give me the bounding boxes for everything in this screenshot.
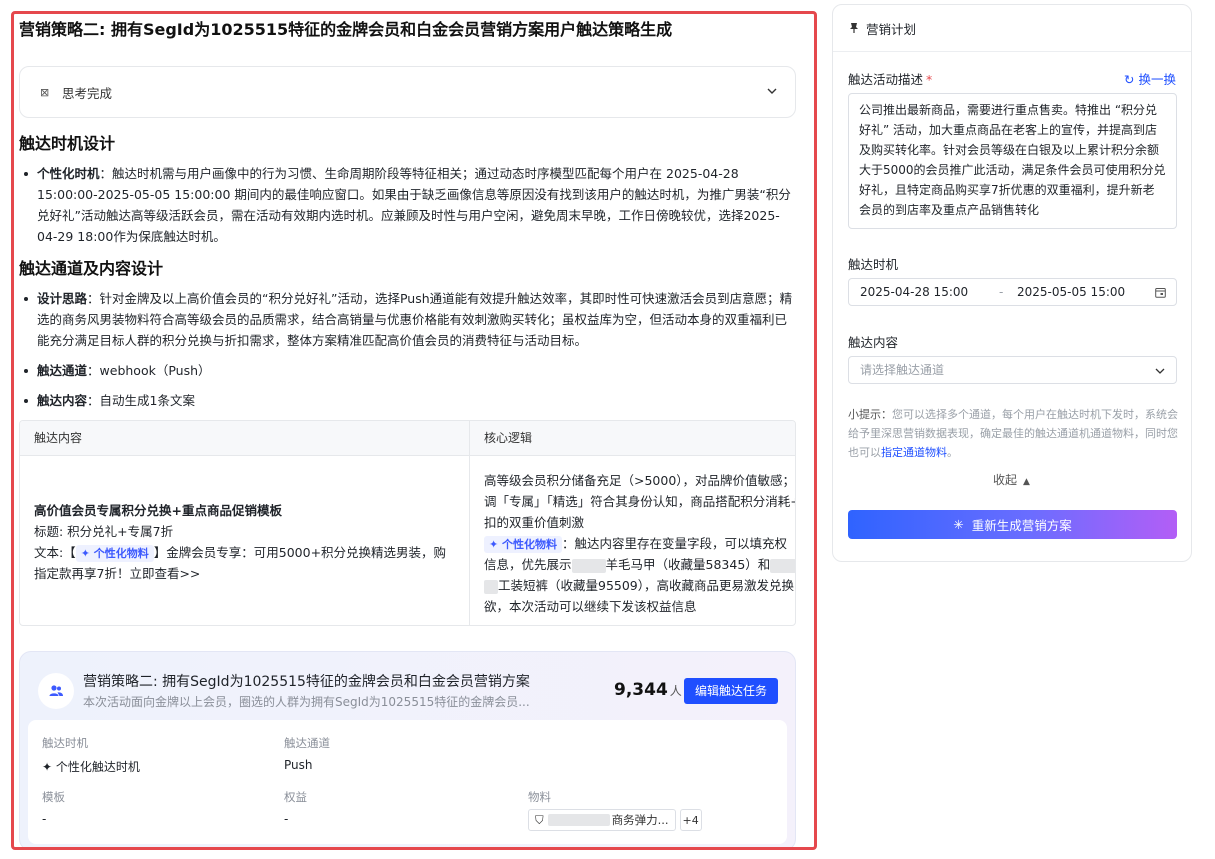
channel-list: 设计思路：针对金牌及以上高价值会员的“积分兑好礼”活动，选择Push通道能有效提… (19, 288, 796, 411)
channel-select[interactable]: 请选择触达通道 (848, 356, 1177, 384)
page-title: 营销策略二: 拥有SegId为1025515特征的金牌会员和白金会员营销方案用户… (19, 20, 673, 39)
strategy-panel: 营销策略二: 拥有SegId为1025515特征的金牌会员和白金会员营销方案用户… (11, 11, 817, 850)
desc-label: 触达活动描述 * (848, 72, 933, 87)
swap-button[interactable]: ↻ 换一换 (1124, 69, 1176, 88)
table-cell-content: 高价值会员专属积分兑换+重点商品促销模板 标题: 积分兑礼+专属7折 文本:【 ✦… (20, 456, 470, 625)
regenerate-plan-button[interactable]: ✳ 重新生成营销方案 (848, 510, 1177, 539)
more-materials-badge[interactable]: +4 (679, 809, 702, 831)
users-icon (38, 673, 74, 709)
list-item: 个性化时机：触达时机需与用户画像中的行为习惯、生命周期阶段等特征相关；通过动态时… (19, 163, 796, 247)
date-separator: - (999, 285, 1004, 299)
personalized-time-link[interactable]: ✦ 个性化触达时机 (42, 758, 140, 775)
sparkle-icon: ✦ (42, 760, 56, 774)
strategy-card: 营销策略二: 拥有SegId为1025515特征的金牌会员和白金会员营销方案 本… (19, 651, 796, 847)
caret-up-icon: ▲ (1023, 477, 1030, 487)
redacted-text (484, 579, 498, 594)
table-cell-logic: 高等级会员积分储备充足（>5000），对品牌价值敏感；强 调「专属」「精选」符合… (484, 473, 795, 614)
body-line: 文本:【 ✦ 个性化物料 】金牌会员专享：可用5000+积分兑换精选男装，购 (34, 545, 447, 562)
redacted-text (770, 558, 795, 573)
table-header-content: 触达内容 (20, 421, 470, 455)
hint-text: 小提示：您可以选择多个通道，每个用户在触达时机下发时，系统会给予里深思营销数据表… (848, 408, 1178, 459)
date-range-picker[interactable]: 2025-04-28 15:00 - 2025-05-05 15:00 (848, 278, 1177, 306)
date-start[interactable]: 2025-04-28 15:00 (860, 285, 968, 299)
list-item: 触达内容：自动生成1条文案 (19, 390, 796, 411)
refresh-icon: ↻ (1124, 72, 1139, 87)
table-header-logic: 核心逻辑 (484, 431, 533, 445)
field-rights: 权益 - (284, 790, 307, 826)
panel-title: 营销计划 (866, 21, 917, 37)
section-timing-title: 触达时机设计 (19, 134, 116, 153)
content-label: 触达内容 (848, 335, 899, 350)
timing-list: 个性化时机：触达时机需与用户画像中的行为习惯、生命周期阶段等特征相关；通过动态时… (19, 163, 796, 247)
list-item: 触达通道：webhook（Push） (19, 360, 796, 381)
template-title: 高价值会员专属积分兑换+重点商品促销模板 (34, 503, 282, 518)
section-channel-title: 触达通道及内容设计 (19, 259, 164, 278)
think-icon: ⊠ (40, 85, 50, 99)
chevron-down-icon (767, 88, 777, 94)
field-template: 模板 - (42, 790, 65, 826)
audience-count: 9,344 人 (614, 680, 682, 700)
think-collapse[interactable]: ⊠ 思考完成 (19, 66, 796, 118)
time-label: 触达时机 (848, 257, 899, 272)
body-line-2: 指定款再享7折！立即查看>> (34, 566, 201, 581)
desc-textarea[interactable]: 公司推出最新商品，需要进行重点售卖。特推出 “积分兑好礼” 活动，加大重点商品在… (848, 93, 1177, 229)
field-material: 物料 ⛉ 商务弹力... +4 (528, 789, 702, 831)
specify-material-link[interactable]: 指定通道物料 (881, 446, 947, 459)
calendar-icon (1155, 288, 1166, 298)
think-label: 思考完成 (62, 85, 113, 101)
edit-task-button[interactable]: 编辑触达任务 (684, 678, 778, 704)
material-chip[interactable]: ⛉ 商务弹力... (528, 809, 676, 831)
field-time: 触达时机 ✦ 个性化触达时机 (42, 736, 140, 775)
date-end[interactable]: 2025-05-05 15:00 (1017, 285, 1125, 299)
sparkle-icon: ✳ (953, 518, 964, 532)
material-tag: ✦ 个性化物料 (484, 536, 563, 553)
redacted-text (547, 814, 610, 826)
material-tag: ✦ 个性化物料 (75, 545, 154, 562)
list-item: 设计思路：针对金牌及以上高价值会员的“积分兑好礼”活动，选择Push通道能有效提… (19, 288, 796, 351)
redacted-text (571, 558, 606, 573)
pin-icon (850, 23, 858, 33)
subject-line: 标题: 积分兑礼+专属7折 (34, 524, 174, 539)
marketing-plan-panel: 营销计划 触达活动描述 * ↻ 换一换 公司推出最新商品，需要进行重点售卖。特推出… (832, 4, 1192, 562)
card-title: 营销策略二: 拥有SegId为1025515特征的金牌会员和白金会员营销方案 (83, 674, 530, 690)
card-details: 触达时机 ✦ 个性化触达时机 触达通道 Push 模板 - 权益 - 物料 ⛉ … (28, 720, 787, 844)
collapse-button[interactable]: 收起 ▲ (993, 471, 1030, 488)
card-subtitle: 本次活动面向金牌以上会员，圈选的人群为拥有SegId为1025515特征的金牌会… (83, 695, 530, 709)
content-table: 触达内容 核心逻辑 高价值会员专属积分兑换+重点商品促销模板 标题: 积分兑礼+… (19, 420, 796, 626)
shirt-icon: ⛉ (535, 812, 544, 827)
field-channel: 触达通道 Push (284, 736, 330, 772)
chevron-down-icon (1155, 368, 1165, 374)
